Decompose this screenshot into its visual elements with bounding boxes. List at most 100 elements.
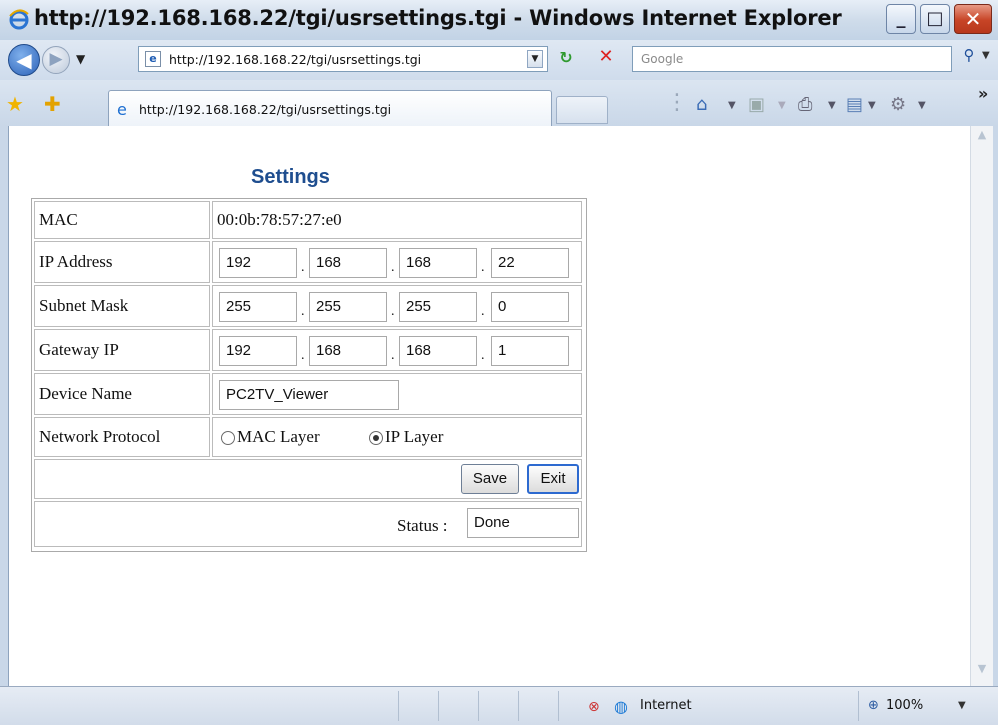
tools-gear-icon[interactable]: ⚙ <box>890 94 906 115</box>
refresh-icon[interactable]: ↻ <box>554 48 578 70</box>
zoom-icon[interactable]: ⊕ <box>868 698 879 713</box>
more-chevron-icon[interactable]: » <box>978 84 988 103</box>
gateway-octet-1[interactable]: 192 <box>219 336 297 366</box>
value-cell: 192 . 168 . 168 . 1 <box>212 329 582 371</box>
feeds-dropdown[interactable]: ▼ <box>778 100 786 111</box>
ip-octet-1[interactable]: 192 <box>219 248 297 278</box>
label-cell: Gateway IP <box>34 329 210 371</box>
address-dropdown[interactable]: ▼ <box>527 50 543 68</box>
octet-separator: . <box>481 304 485 319</box>
forward-button[interactable]: ▶ <box>42 46 70 74</box>
gateway-octet-3[interactable]: 168 <box>399 336 477 366</box>
browser-window: http://192.168.168.22/tgi/usrsettings.tg… <box>0 0 998 725</box>
search-placeholder: Google <box>641 52 684 66</box>
status-row: Status : Done <box>34 501 582 547</box>
subnet-octet-1[interactable]: 255 <box>219 292 297 322</box>
octet-separator: . <box>481 260 485 275</box>
new-tab-button[interactable] <box>556 96 608 124</box>
octet-separator: . <box>301 304 305 319</box>
label-cell: Device Name <box>34 373 210 415</box>
value-cell: 255 . 255 . 255 . 0 <box>212 285 582 327</box>
ie-logo-icon <box>9 9 29 30</box>
save-button[interactable]: Save <box>461 464 519 494</box>
ip-octet-4[interactable]: 22 <box>491 248 569 278</box>
tools-dropdown[interactable]: ▼ <box>918 100 926 111</box>
device-name-field[interactable]: PC2TV_Viewer <box>219 380 399 410</box>
subnet-octet-3[interactable]: 255 <box>399 292 477 322</box>
ie-page-icon: e <box>145 51 161 67</box>
recent-pages-dropdown[interactable]: ▼ <box>76 52 85 66</box>
title-bar: http://192.168.168.22/tgi/usrsettings.tg… <box>0 0 998 41</box>
page-content: Settings MAC 00:0b:78:57:27:e0 IP Addres… <box>8 126 971 686</box>
back-arrow-icon: ◀ <box>16 48 32 72</box>
status-bar: ⊗ ◍ Internet ⊕ 100% ▼ <box>0 686 998 725</box>
back-button[interactable]: ◀ <box>8 44 40 76</box>
scroll-down-icon[interactable]: ▼ <box>973 662 991 682</box>
status-divider <box>438 691 439 721</box>
minimize-button[interactable]: _ <box>886 4 916 34</box>
close-window-button[interactable]: ✕ <box>954 4 992 34</box>
octet-separator: . <box>391 304 395 319</box>
tab-current[interactable]: e http://192.168.168.22/tgi/usrsettings.… <box>108 90 552 126</box>
page-icon[interactable]: ▤ <box>846 94 863 115</box>
stop-icon[interactable]: ✕ <box>594 46 618 70</box>
page-title: Settings <box>251 166 330 188</box>
favorites-star-icon[interactable]: ★ <box>6 92 24 116</box>
tab-toolbar: ★ ✚ e http://192.168.168.22/tgi/usrsetti… <box>0 80 998 127</box>
add-favorites-icon[interactable]: ✚ <box>44 92 61 116</box>
address-toolbar: ◀ ▶ ▼ e http://192.168.168.22/tgi/usrset… <box>0 40 998 80</box>
page-dropdown[interactable]: ▼ <box>868 100 876 111</box>
mac-layer-label: MAC Layer <box>237 427 320 446</box>
home-icon[interactable]: ⌂ <box>696 94 707 115</box>
mac-label: MAC <box>39 210 78 229</box>
search-input[interactable]: Google <box>632 46 952 72</box>
octet-separator: . <box>301 260 305 275</box>
home-dropdown[interactable]: ▼ <box>728 100 736 111</box>
ip-octet-3[interactable]: 168 <box>399 248 477 278</box>
address-field[interactable]: e http://192.168.168.22/tgi/usrsettings.… <box>138 46 548 72</box>
ip-octet-2[interactable]: 168 <box>309 248 387 278</box>
label-cell: Subnet Mask <box>34 285 210 327</box>
label-cell: IP Address <box>34 241 210 283</box>
frame-left <box>0 126 8 686</box>
print-dropdown[interactable]: ▼ <box>828 100 836 111</box>
label-cell: Network Protocol <box>34 417 210 457</box>
search-options-dropdown[interactable]: ▼ <box>982 50 990 61</box>
exit-button[interactable]: Exit <box>527 464 579 494</box>
status-field: Done <box>467 508 579 538</box>
mac-layer-radio[interactable] <box>221 431 235 445</box>
gateway-octet-4[interactable]: 1 <box>491 336 569 366</box>
protected-mode-icon[interactable]: ⊗ <box>588 699 600 715</box>
gateway-octet-2[interactable]: 168 <box>309 336 387 366</box>
button-row: Save Exit <box>34 459 582 499</box>
scroll-up-icon[interactable]: ▲ <box>973 128 991 148</box>
window-title: http://192.168.168.22/tgi/usrsettings.tg… <box>34 6 842 30</box>
subnet-octet-4[interactable]: 0 <box>491 292 569 322</box>
security-zone: Internet <box>640 698 692 713</box>
ie-page-icon: e <box>117 100 127 119</box>
vertical-scrollbar[interactable]: ▲ ▼ <box>970 126 993 686</box>
toolbar-separator: ⋮ <box>666 90 688 115</box>
print-icon[interactable]: ⎙ <box>798 94 812 115</box>
octet-separator: . <box>391 348 395 363</box>
subnet-octet-2[interactable]: 255 <box>309 292 387 322</box>
gateway-label: Gateway IP <box>39 340 119 359</box>
zoom-level[interactable]: 100% <box>886 698 923 713</box>
maximize-button[interactable]: □ <box>920 4 950 34</box>
status-divider <box>558 691 559 721</box>
zoom-dropdown[interactable]: ▼ <box>958 700 966 711</box>
search-icon[interactable]: ⚲ <box>958 46 980 70</box>
ip-label: IP Address <box>39 252 113 271</box>
subnet-label: Subnet Mask <box>39 296 129 315</box>
status-label: Status : <box>397 516 448 535</box>
forward-arrow-icon: ▶ <box>49 49 63 69</box>
ip-layer-radio[interactable] <box>369 431 383 445</box>
network-protocol-label: Network Protocol <box>39 427 161 446</box>
status-divider <box>858 691 859 721</box>
value-cell: 00:0b:78:57:27:e0 <box>212 201 582 239</box>
globe-icon: ◍ <box>614 697 628 716</box>
status-divider <box>478 691 479 721</box>
mac-value: 00:0b:78:57:27:e0 <box>217 210 342 229</box>
feeds-icon[interactable]: ▣ <box>748 94 765 115</box>
status-divider <box>518 691 519 721</box>
